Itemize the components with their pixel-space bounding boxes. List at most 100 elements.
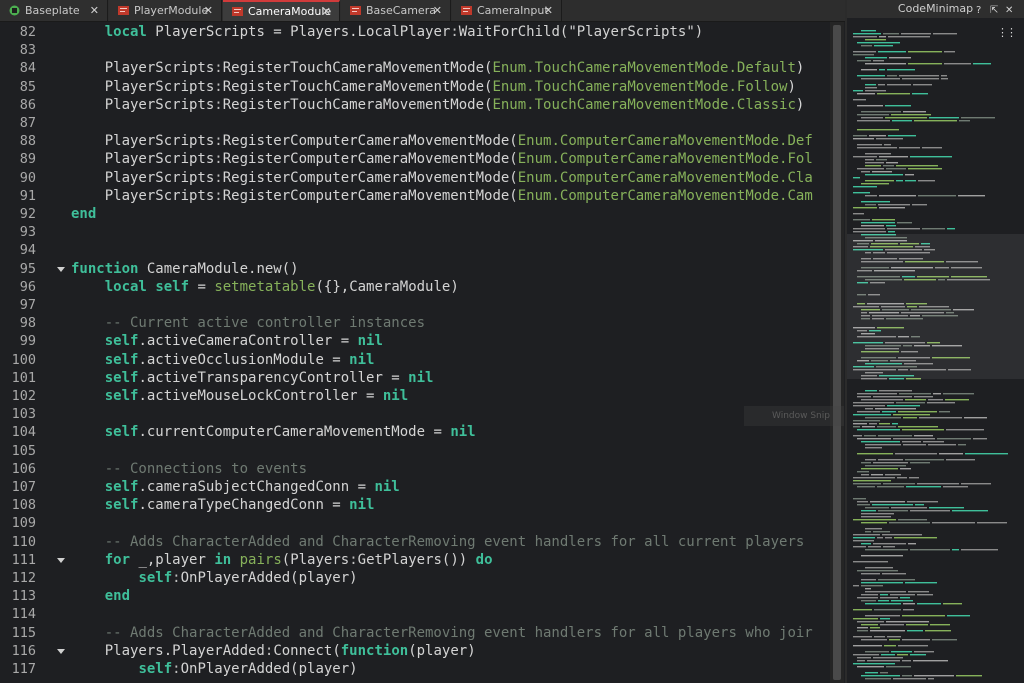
code-token: nil — [349, 351, 375, 368]
code-line[interactable]: -- Adds CharacterAdded and CharacterRemo… — [71, 533, 805, 551]
tab-basecamera[interactable]: BaseCamera ✕ — [341, 0, 451, 21]
code-line[interactable]: function CameraModule.new() — [71, 260, 299, 278]
minimap-line — [880, 672, 888, 674]
minimap-line — [892, 120, 912, 122]
code-line[interactable]: self.cameraTypeChangedConn = nil — [71, 496, 375, 514]
minimap-canvas[interactable] — [847, 24, 1024, 683]
code-token: PlayerScripts — [71, 60, 215, 77]
code-token: nil — [357, 333, 383, 350]
close-icon[interactable]: ✕ — [433, 4, 442, 17]
code-line[interactable]: local self = setmetatable({},CameraModul… — [71, 278, 459, 296]
fold-toggle-icon[interactable] — [57, 266, 65, 272]
minimap-line — [945, 399, 969, 401]
minimap-line — [861, 582, 903, 584]
minimap-line — [861, 555, 903, 557]
minimap-line — [886, 666, 911, 668]
minimap-line — [865, 153, 891, 155]
minimap-line — [879, 36, 886, 38]
close-icon[interactable]: ✕ — [322, 5, 331, 18]
code-line[interactable]: end — [71, 587, 130, 605]
tab-baseplate[interactable]: Baseplate ✕ — [0, 0, 108, 21]
minimap-line — [906, 486, 941, 488]
minimap-line — [910, 510, 950, 512]
code-line[interactable]: -- Current active controller instances — [71, 314, 425, 332]
tab-playermodule[interactable]: PlayerModule ✕ — [109, 0, 222, 21]
code-line[interactable]: end — [71, 205, 96, 223]
code-editor[interactable]: 82 83 84 85 86 87 88 89 90 91 92 93 94 95 96 97 98 99 100 1… — [0, 22, 845, 683]
minimap-viewport-highlight[interactable] — [847, 234, 1024, 379]
scrollbar-thumb[interactable] — [833, 25, 841, 680]
minimap-line — [857, 621, 884, 623]
code-token: in — [214, 551, 232, 568]
code-token: (Players — [281, 551, 350, 568]
minimap-line — [853, 423, 867, 425]
minimap-line — [879, 423, 890, 425]
minimap-line — [961, 549, 998, 551]
minimap-line — [861, 441, 900, 443]
minimap-line — [865, 417, 901, 419]
close-icon[interactable]: ✕ — [1005, 2, 1013, 20]
fold-toggle-icon[interactable] — [57, 648, 65, 654]
code-token: PlayerScripts — [71, 151, 215, 168]
minimap-line — [865, 528, 882, 530]
code-line[interactable]: PlayerScripts:RegisterTouchCameraMovemen… — [71, 59, 805, 77]
code-token: for — [104, 551, 131, 568]
minimap-line — [865, 447, 882, 449]
code-line[interactable]: self.activeCameraController = nil — [71, 332, 383, 350]
vertical-scrollbar[interactable] — [830, 22, 844, 683]
undock-icon[interactable]: ⇱ — [990, 2, 998, 20]
minimap-line — [878, 510, 908, 512]
minimap-line — [861, 513, 894, 515]
minimap-line — [896, 165, 938, 167]
minimap-line — [903, 603, 915, 605]
code-line[interactable]: PlayerScripts:RegisterComputerCameraMove… — [71, 169, 813, 187]
code-line[interactable]: PlayerScripts:RegisterComputerCameraMove… — [71, 132, 813, 150]
code-line[interactable]: self.activeOcclusionModule = nil — [71, 351, 375, 369]
code-line[interactable]: self.activeMouseLockController = nil — [71, 387, 408, 405]
fold-toggle-icon[interactable] — [57, 557, 65, 563]
close-icon[interactable]: ✕ — [204, 4, 213, 17]
code-line[interactable]: PlayerScripts:RegisterComputerCameraMove… — [71, 150, 813, 168]
minimap-line — [853, 636, 872, 638]
code-token: : — [172, 661, 181, 677]
code-line[interactable]: PlayerScripts:RegisterComputerCameraMove… — [71, 187, 813, 205]
code-line[interactable]: self.currentComputerCameraMovementMode =… — [71, 423, 476, 441]
minimap-line — [868, 546, 881, 548]
line-number: 108 — [11, 497, 36, 514]
code-line[interactable]: -- Adds CharacterAdded and CharacterRemo… — [71, 624, 813, 642]
code-line[interactable]: for _,player in pairs(Players:GetPlayers… — [71, 551, 493, 569]
minimap-line — [893, 678, 926, 680]
minimap-line — [900, 597, 910, 599]
minimap-line — [857, 660, 865, 662]
line-number: 113 — [11, 588, 36, 605]
minimap-line — [977, 522, 1007, 524]
code-token: GetPlayers()) — [357, 551, 476, 568]
minimap-line — [941, 78, 948, 80]
code-token: .activeMouseLockController = — [138, 388, 383, 404]
code-line[interactable]: self:OnPlayerAdded(player) — [71, 660, 357, 678]
tab-camerainput[interactable]: CameraInput ✕ — [452, 0, 562, 21]
code-line[interactable]: local PlayerScripts = Players.LocalPlaye… — [71, 23, 703, 41]
help-icon[interactable]: ? — [976, 2, 981, 20]
close-icon[interactable]: ✕ — [544, 4, 553, 17]
code-line[interactable]: self.cameraSubjectChangedConn = nil — [71, 478, 400, 496]
code-line[interactable]: Players.PlayerAdded:Connect(function(pla… — [71, 642, 476, 660]
code-token: Enum.TouchCameraMovementMode.Classic — [492, 96, 796, 113]
code-line[interactable]: PlayerScripts:RegisterTouchCameraMovemen… — [71, 78, 796, 96]
code-line[interactable]: self.activeTransparencyController = nil — [71, 369, 434, 387]
code-token: Enum.TouchCameraMovementMode.Default — [492, 60, 796, 77]
close-icon[interactable]: ✕ — [90, 4, 99, 17]
minimap-line — [887, 75, 897, 77]
code-line[interactable]: -- Connections to events — [71, 460, 307, 478]
code-token: self — [104, 369, 139, 386]
minimap-line — [857, 411, 880, 413]
minimap-line — [857, 597, 878, 599]
minimap-line — [956, 675, 982, 677]
tab-cameramodule[interactable]: CameraModule ✕ — [223, 0, 340, 21]
code-line[interactable]: self:OnPlayerAdded(player) — [71, 569, 357, 587]
minimap-line — [925, 630, 951, 632]
code-line[interactable]: PlayerScripts:RegisterTouchCameraMovemen… — [71, 96, 805, 114]
minimap-line — [947, 615, 970, 617]
